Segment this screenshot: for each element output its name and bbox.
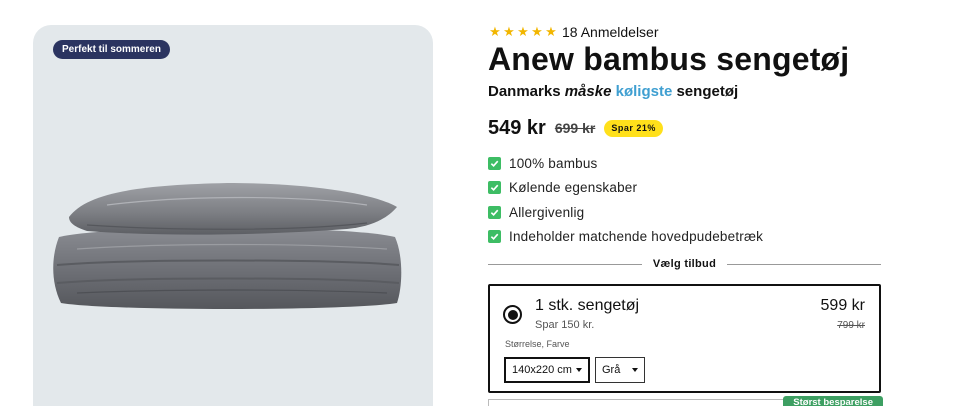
color-select-value: Grå <box>602 364 621 376</box>
best-savings-ribbon: Størst besparelse <box>783 396 883 406</box>
price-row: 549 kr 699 kr Spar 21% <box>488 116 663 140</box>
divider-line <box>727 264 881 265</box>
color-select[interactable]: Grå <box>595 357 645 383</box>
subtitle-part1: Danmarks <box>488 83 561 100</box>
feature-label: 100% bambus <box>509 155 598 171</box>
subtitle-emphasis: måske <box>564 83 612 100</box>
review-count[interactable]: 18 Anmeldelser <box>562 24 659 40</box>
current-price: 549 kr <box>488 116 546 139</box>
dropdown-caret-icon <box>632 368 638 372</box>
product-title: Anew bambus sengetøj <box>488 41 850 77</box>
feature-item: 100% bambus <box>488 154 763 172</box>
offer-price: 599 kr <box>820 297 865 314</box>
dropdown-caret-icon <box>576 368 582 372</box>
star-icon: ★ <box>531 24 543 39</box>
feature-list: 100% bambus Kølende egenskaber Allergive… <box>488 154 763 252</box>
star-icon: ★ <box>489 24 501 39</box>
checkmark-icon <box>488 205 501 219</box>
offer-radio[interactable] <box>503 305 522 324</box>
feature-item: Indeholder matchende hovedpudebetræk <box>488 228 763 246</box>
feature-item: Kølende egenskaber <box>488 179 763 197</box>
checkmark-icon <box>488 181 501 194</box>
star-icon: ★ <box>517 24 529 39</box>
star-icon: ★ <box>545 24 557 39</box>
original-price: 699 kr <box>554 120 596 136</box>
product-subtitle: Danmarks måske køligste sengetøj <box>488 83 738 100</box>
feature-label: Allergivenlig <box>509 204 585 220</box>
checkmark-icon <box>488 156 501 170</box>
feature-label: Indeholder matchende hovedpudebetræk <box>509 229 764 244</box>
feature-label: Kølende egenskaber <box>509 180 638 195</box>
rating-summary[interactable]: ★ ★ ★ ★ ★ 18 Anmeldelser <box>488 24 659 40</box>
star-icon: ★ <box>503 24 515 39</box>
subtitle-part2: sengetøj <box>676 83 739 100</box>
options-label: Størrelse, Farve <box>505 339 570 349</box>
offer-title: 1 stk. sengetøj <box>535 297 640 314</box>
size-select[interactable]: 140x220 cm <box>504 357 590 383</box>
star-rating: ★ ★ ★ ★ ★ <box>488 24 558 40</box>
feature-item: Allergivenlig <box>488 203 763 221</box>
subtitle-accent: køligste <box>615 83 673 100</box>
offer-savings: Spar 150 kr. <box>535 319 595 331</box>
offer-option-selected[interactable]: 1 stk. sengetøj Spar 150 kr. 599 kr 799 … <box>488 284 881 393</box>
bedding-product-image[interactable] <box>47 165 419 345</box>
promo-badge: Perfekt til sommeren <box>53 40 170 59</box>
offer-original-price: 799 kr <box>837 320 865 331</box>
offer-divider: Vælg tilbud <box>488 257 881 271</box>
checkmark-icon <box>488 230 501 243</box>
discount-badge: Spar 21% <box>604 119 663 137</box>
product-gallery[interactable]: Perfekt til sommeren <box>33 25 433 406</box>
size-select-value: 140x220 cm <box>512 364 572 376</box>
